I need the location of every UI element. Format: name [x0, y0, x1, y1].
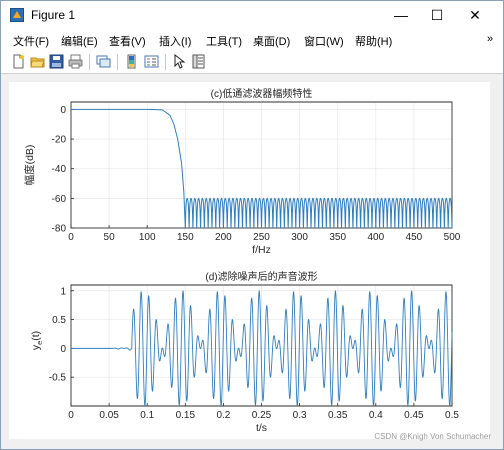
menu-tools[interactable]: 工具(T)	[206, 33, 242, 49]
save-icon[interactable]	[49, 54, 64, 69]
menu-file[interactable]: 文件(F)	[13, 33, 49, 49]
plots-svg: 0 50 100 150 200 250 300 350 400 450 5000-20-40-60…	[23, 87, 461, 434]
toolbar-separator	[165, 54, 166, 70]
x-tick-label: 300	[291, 232, 308, 243]
toolbar-separator	[117, 54, 118, 70]
x-tick-label: 0	[68, 232, 74, 243]
title-bar[interactable]: Figure 1 — ☐ ✕	[1, 1, 503, 29]
menu-view[interactable]: 查看(V)	[109, 33, 146, 49]
x-tick-label: 100	[139, 232, 156, 243]
figure-window: Figure 1 — ☐ ✕ 文件(F) 编辑(E) 查看(V) 插入(I) 工…	[0, 0, 504, 450]
x-tick-label: 0.2	[216, 410, 230, 421]
x-tick-label: 500	[444, 232, 461, 243]
y-tick-label: -80	[52, 224, 67, 235]
menu-more-chevron-icon[interactable]: »	[487, 33, 493, 45]
x-tick-label: 0.35	[328, 410, 348, 421]
y-tick-label: 0.5	[52, 315, 66, 326]
y-tick-label: 0	[60, 105, 66, 116]
y-axis-label: ye(t)	[30, 331, 44, 350]
x-tick-label: 0	[68, 410, 74, 421]
x-tick-label: 0.1	[140, 410, 154, 421]
y-tick-label: 0	[60, 344, 66, 355]
x-tick-label: 450	[406, 232, 423, 243]
new-figure-icon[interactable]	[11, 54, 26, 69]
property-inspector-icon[interactable]	[191, 54, 206, 69]
x-tick-label: 0.3	[293, 410, 307, 421]
menu-bar: 文件(F) 编辑(E) 查看(V) 插入(I) 工具(T) 桌面(D) 窗口(W…	[1, 29, 503, 52]
y-tick-label: 1	[60, 286, 66, 297]
x-tick-label: 0.25	[252, 410, 272, 421]
watermark: CSDN @Knigh Von Schumacher	[374, 432, 491, 441]
x-tick-label: 0.4	[369, 410, 383, 421]
y-tick-label: -20	[52, 135, 67, 146]
y-tick-label: -60	[52, 194, 67, 205]
x-tick-label: 50	[104, 232, 116, 243]
x-tick-label: 0.45	[404, 410, 424, 421]
open-icon[interactable]	[30, 54, 45, 69]
x-tick-label: 250	[253, 232, 270, 243]
x-axis-label: f/Hz	[252, 244, 271, 256]
link-icon[interactable]	[96, 54, 111, 69]
x-tick-label: 0.05	[99, 410, 119, 421]
x-tick-label: 150	[177, 232, 194, 243]
menu-desktop[interactable]: 桌面(D)	[253, 33, 290, 49]
x-tick-label: 350	[329, 232, 346, 243]
y-tick-label: -40	[52, 164, 67, 175]
window-title: Figure 1	[31, 8, 76, 22]
close-button[interactable]: ✕	[453, 1, 497, 29]
x-tick-label: 0.5	[445, 410, 459, 421]
figure-canvas: 0 50 100 150 200 250 300 350 400 450 500 0 -20 -40 -60…	[9, 82, 490, 439]
colorbar-icon[interactable]	[124, 54, 139, 69]
pointer-icon[interactable]	[172, 54, 187, 69]
x-tick-label: 200	[215, 232, 232, 243]
toolbar	[1, 51, 503, 74]
menu-window[interactable]: 窗口(W)	[304, 33, 344, 49]
menu-edit[interactable]: 编辑(E)	[61, 33, 98, 49]
legend-icon[interactable]	[144, 54, 159, 69]
toolbar-separator	[89, 54, 90, 70]
chart-title: (c)低通滤波器幅频特性	[211, 87, 313, 100]
chart-title: (d)滤除噪声后的声音波形	[205, 270, 317, 283]
y-tick-label: -0.5	[49, 373, 67, 384]
x-axis-label: t/s	[256, 422, 267, 434]
menu-help[interactable]: 帮助(H)	[355, 33, 392, 49]
menu-insert[interactable]: 插入(I)	[159, 33, 191, 49]
print-icon[interactable]	[68, 54, 83, 69]
x-tick-label: 0.15	[176, 410, 196, 421]
matlab-figure-icon	[10, 8, 24, 22]
x-tick-label: 400	[367, 232, 384, 243]
y-axis-label: 幅度(dB)	[23, 145, 36, 186]
